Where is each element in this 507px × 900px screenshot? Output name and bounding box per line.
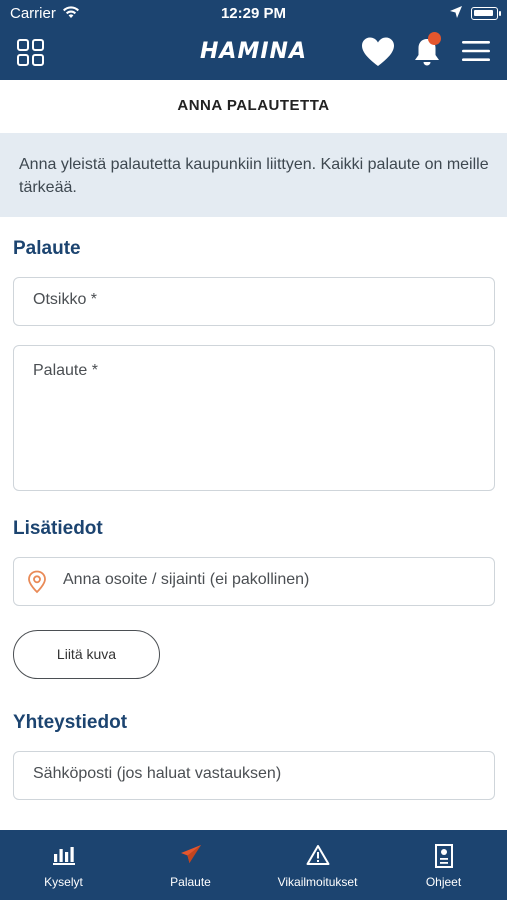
bar-chart-icon (52, 847, 75, 865)
tab-label: Ohjeet (425, 875, 462, 889)
top-bar: Carrier 12:29 PM HAMINA (0, 0, 507, 80)
heart-icon[interactable] (361, 36, 395, 68)
clock: 12:29 PM (220, 5, 287, 22)
menu-icon[interactable] (462, 40, 490, 62)
title-input[interactable]: Otsikko * (13, 277, 495, 326)
email-placeholder: Sähköposti (jos haluat vastauksen) (33, 765, 282, 782)
section-title-contact: Yhteystiedot (13, 712, 128, 733)
tab-palaute[interactable]: Palaute (127, 830, 254, 900)
tab-label: Palaute (170, 875, 211, 889)
tab-kyselyt[interactable]: Kyselyt (0, 830, 127, 900)
warning-icon (306, 845, 329, 865)
section-title-feedback: Palaute (13, 238, 81, 259)
title-placeholder: Otsikko * (33, 291, 98, 308)
document-icon (434, 844, 453, 868)
intro-text: Anna yleistä palautetta kaupunkiin liitt… (0, 133, 507, 217)
section-title-details: Lisätiedot (13, 518, 103, 539)
location-pin-icon (28, 570, 46, 594)
notification-dot (428, 32, 441, 45)
bottom-tab-bar: Kyselyt Palaute Vikailmoitukset Ohjeet (0, 830, 507, 900)
status-bar: Carrier 12:29 PM (0, 0, 507, 28)
feedback-textarea[interactable]: Palaute * (13, 345, 495, 491)
battery-icon (471, 7, 501, 20)
tab-label: Kyselyt (44, 875, 83, 889)
page-title: ANNA PALAUTETTA (0, 80, 507, 132)
tab-ohjeet[interactable]: Ohjeet (380, 830, 507, 900)
attach-image-button[interactable]: Liitä kuva (13, 630, 160, 679)
feedback-placeholder: Palaute * (33, 362, 98, 379)
email-input[interactable]: Sähköposti (jos haluat vastauksen) (13, 751, 495, 800)
tab-vikailmoitukset[interactable]: Vikailmoitukset (254, 830, 381, 900)
location-input[interactable]: Anna osoite / sijainti (ei pakollinen) (13, 557, 495, 606)
tab-label: Vikailmoitukset (277, 875, 358, 889)
location-placeholder: Anna osoite / sijainti (ei pakollinen) (63, 571, 310, 588)
paper-plane-icon (180, 845, 201, 863)
location-arrow-icon (450, 6, 462, 18)
